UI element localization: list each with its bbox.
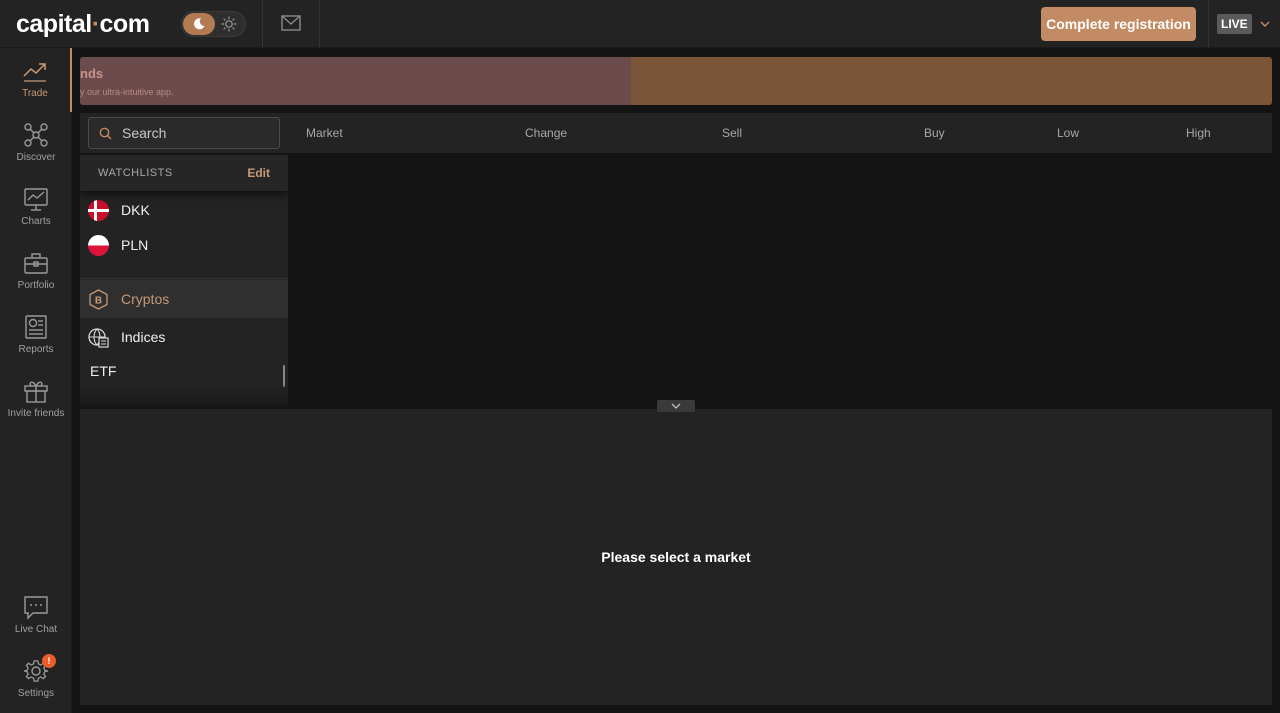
capital-com-logo[interactable]: capital·com (16, 10, 150, 39)
list-item-label: DKK (121, 202, 150, 218)
empty-state-message: Please select a market (601, 549, 751, 565)
category-item-etf[interactable]: ETF (80, 354, 288, 388)
trend-icon (23, 63, 46, 82)
watchlists-title: WATCHLISTS (98, 167, 173, 179)
banner-subtitle: y our ultra-intuitive app. (80, 87, 174, 97)
sidebar-item-settings[interactable]: Settings ! (0, 648, 72, 712)
search-icon (99, 127, 112, 139)
chevron-down-icon (1260, 21, 1270, 27)
search-input[interactable] (122, 125, 272, 141)
live-badge: LIVE (1217, 14, 1252, 34)
sidebar-item-portfolio[interactable]: Portfolio (0, 240, 72, 304)
sidebar-item-reports[interactable]: Reports (0, 304, 72, 368)
sidebar-item-label: Settings (17, 688, 55, 699)
gift-icon (24, 381, 48, 403)
sidebar-item-charts[interactable]: Charts (0, 176, 72, 240)
promo-banner[interactable]: nds y our ultra-intuitive app. (80, 57, 1272, 105)
sidebar-item-label: Reports (18, 344, 54, 355)
report-icon (25, 315, 47, 339)
category-label: Indices (121, 329, 166, 345)
sidebar-item-label: Charts (21, 216, 51, 227)
briefcase-icon (24, 253, 48, 274)
panel-resize-handle[interactable] (657, 400, 695, 412)
header-divider (319, 0, 320, 48)
list-divider (80, 278, 288, 279)
sidebar-item-label: Portfolio (17, 280, 55, 291)
sidebar-item-discover[interactable]: Discover (0, 112, 72, 176)
sidebar-item-label: Invite friends (7, 408, 65, 419)
chat-icon (24, 596, 48, 620)
column-header-low[interactable]: Low (1057, 126, 1079, 140)
notification-badge: ! (42, 654, 56, 668)
list-item-label: PLN (121, 237, 149, 253)
chart-icon (24, 188, 48, 211)
list-item-pln[interactable]: PLN (80, 227, 288, 263)
sidebar-item-invite-friends[interactable]: Invite friends (0, 368, 72, 432)
header-divider (262, 0, 263, 48)
list-fade-overlay (80, 385, 288, 405)
category-item-cryptos[interactable]: B Cryptos (80, 280, 288, 318)
market-detail-panel: Please select a market (80, 409, 1272, 705)
list-item-dkk[interactable]: DKK (80, 192, 288, 228)
market-table-header: Market Change Sell Buy Low High (80, 113, 1272, 153)
top-header: capital·com Complete registration LIVE (0, 0, 1280, 48)
sun-icon (221, 16, 237, 32)
watchlist-scrollbar[interactable] (283, 365, 285, 387)
column-header-market[interactable]: Market (306, 126, 343, 140)
column-header-high[interactable]: High (1186, 126, 1211, 140)
account-mode-selector[interactable]: LIVE (1208, 0, 1280, 48)
denmark-flag-icon (88, 199, 109, 221)
network-icon (24, 123, 48, 147)
sidebar: Trade Discover Charts Portfolio Reports … (0, 48, 72, 713)
search-box[interactable] (88, 117, 280, 149)
banner-title: nds (80, 66, 104, 81)
sidebar-item-live-chat[interactable]: Live Chat (0, 584, 72, 648)
poland-flag-icon (88, 234, 109, 256)
column-header-buy[interactable]: Buy (924, 126, 945, 140)
watchlist-panel: WATCHLISTS Edit DKK PLN B Cryptos Indice… (80, 155, 288, 405)
mail-icon[interactable] (281, 15, 301, 31)
watchlists-edit-link[interactable]: Edit (247, 166, 270, 180)
column-header-sell[interactable]: Sell (722, 126, 742, 140)
banner-left-panel: nds y our ultra-intuitive app. (80, 57, 631, 105)
svg-text:B: B (95, 295, 102, 306)
column-header-change[interactable]: Change (525, 126, 567, 140)
sidebar-item-trade[interactable]: Trade (0, 48, 72, 112)
category-label: Cryptos (121, 291, 170, 307)
moon-icon (183, 13, 215, 35)
theme-toggle[interactable] (181, 11, 246, 37)
sidebar-item-label: Live Chat (14, 624, 58, 635)
category-label: ETF (90, 363, 117, 379)
chevron-down-icon (671, 403, 681, 409)
complete-registration-button[interactable]: Complete registration (1041, 7, 1196, 41)
globe-doc-icon (88, 327, 109, 348)
sidebar-item-label: Discover (16, 152, 56, 163)
bitcoin-icon: B (88, 288, 109, 310)
category-item-indices[interactable]: Indices (80, 318, 288, 356)
watchlists-header: WATCHLISTS Edit (80, 155, 288, 191)
sidebar-item-label: Trade (22, 88, 48, 99)
